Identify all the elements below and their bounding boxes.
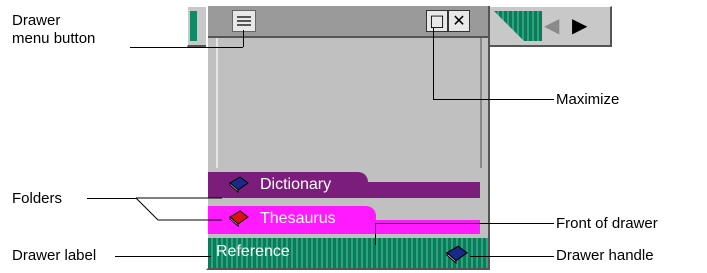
- maximize-icon[interactable]: □: [426, 10, 448, 32]
- callout-drawer-handle: Drawer handle: [556, 247, 654, 264]
- blue-book-icon: [229, 176, 249, 193]
- leader-line: [470, 256, 554, 257]
- folder-label: Thesaurus: [260, 210, 336, 227]
- leader-line: [243, 30, 244, 47]
- toolbar-right: ◀ ▶: [488, 6, 612, 47]
- close-icon[interactable]: ✕: [448, 10, 470, 32]
- leader-line: [375, 223, 376, 245]
- callout-front-of-drawer: Front of drawer: [556, 215, 658, 232]
- callout-drawer-label: Drawer label: [12, 247, 97, 264]
- leader-line: [433, 99, 554, 100]
- folder-label: Dictionary: [260, 176, 332, 193]
- leader-line: [130, 47, 243, 48]
- scroll-right-arrow-icon[interactable]: ▶: [572, 11, 587, 41]
- callout-folders: Folders: [12, 190, 63, 207]
- drawer-front[interactable]: Reference: [208, 238, 488, 268]
- drawer-titlebar: □ ✕: [208, 6, 488, 38]
- scroll-left-arrow-icon[interactable]: ◀: [544, 11, 559, 41]
- leader-fork: [136, 197, 222, 221]
- drawer-handle-icon[interactable]: [444, 244, 470, 264]
- folder-dictionary[interactable]: Dictionary: [208, 172, 488, 198]
- callout-drawer-menu-button: Drawer menu button: [12, 12, 95, 48]
- red-book-icon: [229, 210, 249, 227]
- toolbar-corner: [494, 11, 524, 41]
- drawer-interior: [216, 38, 482, 168]
- leader-line: [433, 28, 434, 99]
- drawer-window: □ ✕ Dictionary Thesaurus Reference: [206, 6, 490, 270]
- drawer-label: Reference: [216, 243, 290, 260]
- drawer-menu-button[interactable]: [232, 10, 256, 32]
- callout-text: Drawer menu button: [12, 12, 96, 47]
- callout-maximize: Maximize: [556, 91, 620, 108]
- folder-thesaurus[interactable]: Thesaurus: [208, 206, 488, 234]
- leader-line: [115, 256, 211, 257]
- leader-line: [87, 198, 137, 199]
- leader-line: [375, 223, 554, 224]
